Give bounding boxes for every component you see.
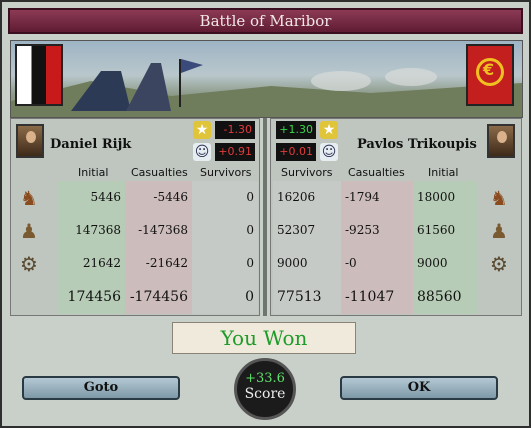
score-value: +33.6 xyxy=(245,371,285,386)
left-art-survivors: 0 xyxy=(192,247,258,280)
right-art-casualties: -0 xyxy=(341,247,413,280)
left-header-survivors: Survivors xyxy=(200,166,252,179)
battle-banner-image xyxy=(10,40,523,118)
left-art-casualties: -21642 xyxy=(125,247,192,280)
left-cav-survivors: 0 xyxy=(192,181,258,214)
left-mod-2: +0.91 xyxy=(215,143,255,161)
right-commander-name: Pavlos Trikoupis xyxy=(357,137,477,152)
right-mod-1: +1.30 xyxy=(276,121,316,139)
right-total-initial: 88560 xyxy=(413,280,477,314)
left-header-casualties: Casualties xyxy=(131,166,188,179)
star-icon: ★ xyxy=(193,121,211,139)
left-total-initial: 174456 xyxy=(57,280,125,314)
score-badge: +33.6 Score xyxy=(234,358,296,420)
left-commander-name: Daniel Rijk xyxy=(50,137,132,152)
right-modifiers: +1.30 ★ +0.01 ☺ xyxy=(276,118,344,162)
left-cav-initial: 5446 xyxy=(57,181,125,214)
panel-divider xyxy=(263,118,267,316)
infantry-icon: ♟ xyxy=(490,219,508,243)
right-cav-initial: 18000 xyxy=(413,181,477,214)
left-modifiers: ★ -1.30 ☺ +0.91 xyxy=(193,118,261,162)
right-cav-survivors: 16206 xyxy=(273,181,341,214)
left-art-initial: 21642 xyxy=(57,247,125,280)
right-art-survivors: 9000 xyxy=(273,247,341,280)
left-cav-casualties: -5446 xyxy=(125,181,192,214)
cavalry-icon: ♞ xyxy=(20,186,38,210)
right-commander-portrait[interactable] xyxy=(487,124,515,158)
cavalry-icon: ♞ xyxy=(490,186,508,210)
infantry-icon: ♟ xyxy=(20,219,38,243)
artillery-icon: ⚙ xyxy=(20,252,38,276)
score-label: Score xyxy=(244,386,286,402)
right-inf-initial: 61560 xyxy=(413,214,477,247)
right-cav-casualties: -1794 xyxy=(341,181,413,214)
right-total-survivors: 77513 xyxy=(273,280,341,314)
battle-result-banner: You Won xyxy=(172,322,356,354)
right-inf-casualties: -9253 xyxy=(341,214,413,247)
left-header-initial: Initial xyxy=(78,166,109,179)
right-nation-flag xyxy=(466,44,514,106)
right-header-initial: Initial xyxy=(428,166,459,179)
window-title: Battle of Maribor xyxy=(8,8,523,34)
left-mod-1: -1.30 xyxy=(215,121,255,139)
ok-button[interactable]: OK xyxy=(340,376,498,400)
left-total-survivors: 0 xyxy=(192,280,258,314)
officer-icon: ☺ xyxy=(320,143,338,161)
left-inf-casualties: -147368 xyxy=(125,214,192,247)
left-inf-initial: 147368 xyxy=(57,214,125,247)
right-header-survivors: Survivors xyxy=(281,166,333,179)
star-icon: ★ xyxy=(320,121,338,139)
right-header-casualties: Casualties xyxy=(348,166,405,179)
left-commander-portrait[interactable] xyxy=(16,124,44,158)
right-inf-survivors: 52307 xyxy=(273,214,341,247)
right-mod-2: +0.01 xyxy=(276,143,316,161)
battle-scene-illustration xyxy=(11,59,522,117)
officer-icon: ☺ xyxy=(193,143,211,161)
left-nation-flag xyxy=(15,44,63,106)
left-total-casualties: -174456 xyxy=(125,280,192,314)
artillery-icon: ⚙ xyxy=(490,252,508,276)
right-art-initial: 9000 xyxy=(413,247,477,280)
left-inf-survivors: 0 xyxy=(192,214,258,247)
right-total-casualties: -11047 xyxy=(341,280,413,314)
goto-button[interactable]: Goto xyxy=(22,376,180,400)
